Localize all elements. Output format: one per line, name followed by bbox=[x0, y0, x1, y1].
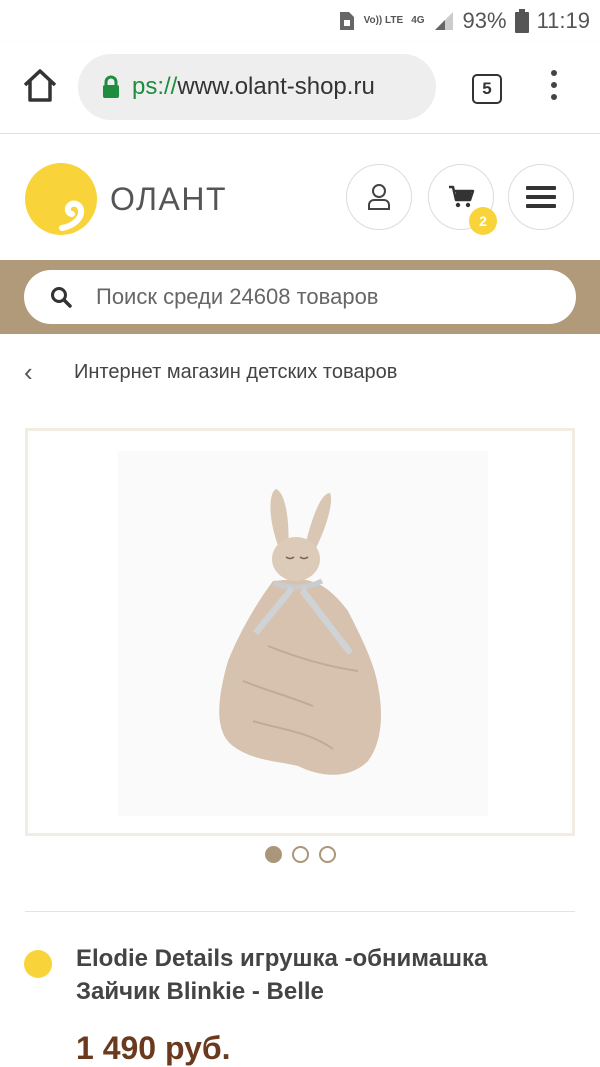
chevron-left-icon[interactable]: ‹ bbox=[24, 357, 74, 388]
carousel-dot[interactable] bbox=[318, 846, 336, 863]
breadcrumb-link[interactable]: Интернет магазин детских товаров bbox=[74, 361, 397, 384]
search-box[interactable] bbox=[24, 270, 576, 324]
url-text: ps://www.olant-shop.ru bbox=[132, 73, 375, 101]
sim-icon bbox=[339, 12, 354, 30]
battery-icon bbox=[514, 9, 529, 33]
battery-percentage: 93% bbox=[462, 8, 507, 33]
search-band bbox=[0, 260, 600, 334]
availability-indicator bbox=[24, 950, 52, 978]
user-icon bbox=[368, 184, 390, 210]
cart-icon bbox=[449, 185, 475, 208]
logo-text: ОЛАНТ bbox=[110, 180, 228, 217]
site-logo[interactable]: ОЛАНТ bbox=[24, 162, 227, 236]
cart-count-badge: 2 bbox=[469, 207, 497, 235]
url-scheme: ps:// bbox=[132, 73, 178, 100]
url-host: www.olant-shop.ru bbox=[177, 73, 375, 100]
breadcrumb: ‹ Интернет магазин детских товаров bbox=[24, 352, 397, 392]
search-input[interactable] bbox=[94, 283, 534, 311]
product-price: 1 490 руб. bbox=[76, 1030, 231, 1066]
search-icon[interactable] bbox=[50, 286, 72, 308]
tab-switcher-button[interactable]: 5 bbox=[472, 74, 502, 104]
lock-icon bbox=[103, 75, 119, 98]
status-bar: Vo)) LTE 4G 93% 11:19 bbox=[0, 0, 600, 42]
divider bbox=[25, 911, 575, 912]
network-indicator: 4G bbox=[411, 15, 425, 26]
site-header: ОЛАНТ 2 bbox=[0, 134, 600, 260]
hamburger-icon bbox=[526, 186, 556, 208]
volte-indicator: Vo)) LTE bbox=[363, 15, 404, 26]
cart-button[interactable]: 2 bbox=[428, 164, 497, 235]
logo-mark-icon bbox=[25, 163, 97, 235]
browser-toolbar: ps://www.olant-shop.ru 5 bbox=[0, 42, 600, 134]
product-image-frame[interactable] bbox=[25, 428, 575, 836]
home-icon[interactable] bbox=[20, 66, 60, 106]
address-bar[interactable]: ps://www.olant-shop.ru bbox=[78, 54, 436, 120]
signal-icon bbox=[434, 12, 453, 30]
menu-button[interactable] bbox=[508, 164, 574, 230]
clock: 11:19 bbox=[536, 8, 590, 33]
carousel-dots bbox=[0, 846, 600, 863]
carousel-dot[interactable] bbox=[291, 846, 309, 863]
carousel-dot[interactable] bbox=[264, 846, 282, 863]
account-button[interactable] bbox=[346, 164, 412, 230]
product-image bbox=[118, 451, 488, 816]
more-menu-icon[interactable] bbox=[542, 70, 566, 106]
product-title: Elodie Details игрушка -обнимашка Зайчик… bbox=[76, 945, 488, 1005]
